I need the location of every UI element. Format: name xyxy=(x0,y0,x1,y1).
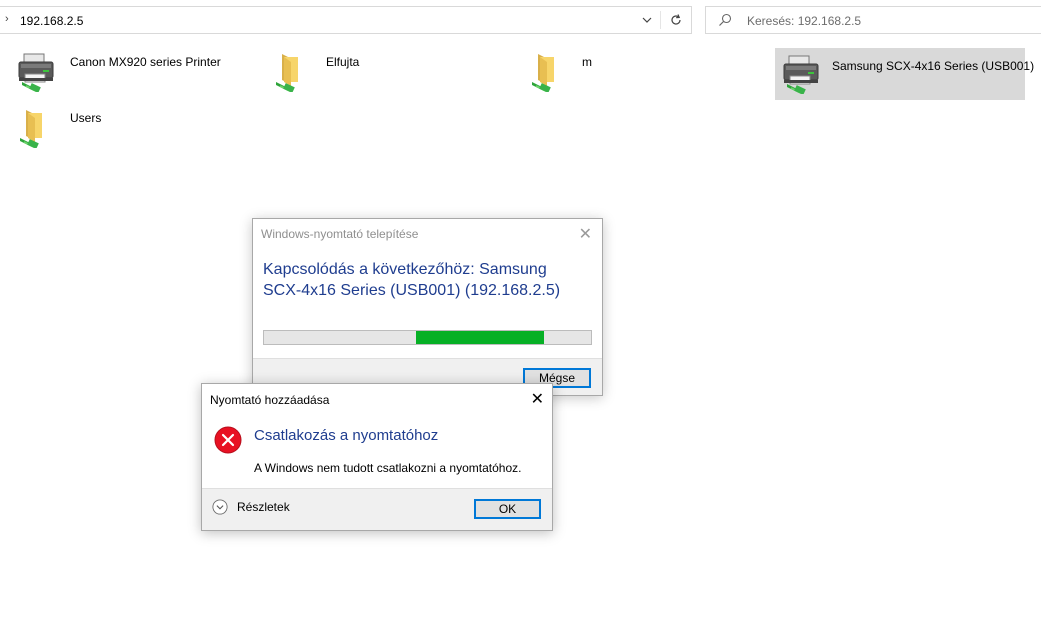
progress-bar xyxy=(263,330,592,345)
network-item-samsung-printer[interactable]: Samsung SCX-4x16 Series (USB001) xyxy=(775,48,1034,100)
item-label: m xyxy=(582,55,592,69)
add-printer-error-dialog: Nyomtató hozzáadása ✕ Csatlakozás a nyom… xyxy=(201,383,553,531)
item-label: Samsung SCX-4x16 Series (USB001) xyxy=(832,59,1035,73)
progress-fill xyxy=(416,331,544,344)
details-toggle[interactable]: Részletek xyxy=(212,499,290,515)
error-icon xyxy=(214,426,242,454)
close-icon[interactable]: ✕ xyxy=(579,224,592,244)
breadcrumb-chevron-icon[interactable]: › xyxy=(5,13,9,25)
search-icon xyxy=(718,13,732,30)
dialog-title: Windows-nyomtató telepítése xyxy=(261,227,419,241)
shared-folder-icon xyxy=(531,53,555,92)
dialog-title: Nyomtató hozzáadása xyxy=(210,393,330,407)
network-item-canon-printer[interactable]: Canon MX920 series Printer xyxy=(0,46,250,96)
search-placeholder: Keresés: 192.168.2.5 xyxy=(747,14,862,28)
refresh-icon[interactable] xyxy=(661,7,691,33)
dialog-footer: Részletek OK xyxy=(202,488,552,530)
chevron-down-icon[interactable] xyxy=(633,7,661,33)
network-item-users[interactable]: Users xyxy=(0,102,250,152)
item-label: Elfujta xyxy=(326,55,360,69)
printer-install-dialog: Windows-nyomtató telepítése ✕ Kapcsolódá… xyxy=(252,218,603,396)
item-label: Users xyxy=(70,111,102,125)
printer-icon xyxy=(783,55,819,94)
network-item-m[interactable]: m xyxy=(512,46,762,96)
details-label[interactable]: Részletek xyxy=(237,500,290,514)
explorer-toolbar: › 192.168.2.5 Keresés: 192.168.2.5 xyxy=(0,0,1041,40)
shared-folder-icon xyxy=(275,53,299,92)
address-bar[interactable]: › 192.168.2.5 xyxy=(0,6,692,34)
chevron-down-circle-icon[interactable] xyxy=(212,499,228,515)
item-label: Canon MX920 series Printer xyxy=(70,55,221,69)
printer-icon xyxy=(18,53,54,92)
error-heading: Csatlakozás a nyomtatóhoz xyxy=(254,427,439,444)
network-item-elfujta[interactable]: Elfujta xyxy=(256,46,506,96)
close-icon[interactable]: ✕ xyxy=(531,389,544,409)
search-box[interactable]: Keresés: 192.168.2.5 xyxy=(705,6,1041,34)
shared-folder-icon xyxy=(19,109,43,148)
ok-button[interactable]: OK xyxy=(474,499,541,519)
connecting-message: Kapcsolódás a következőhöz: Samsung SCX-… xyxy=(263,261,561,299)
address-path[interactable]: 192.168.2.5 xyxy=(20,14,83,28)
error-message: A Windows nem tudott csatlakozni a nyomt… xyxy=(254,461,522,475)
